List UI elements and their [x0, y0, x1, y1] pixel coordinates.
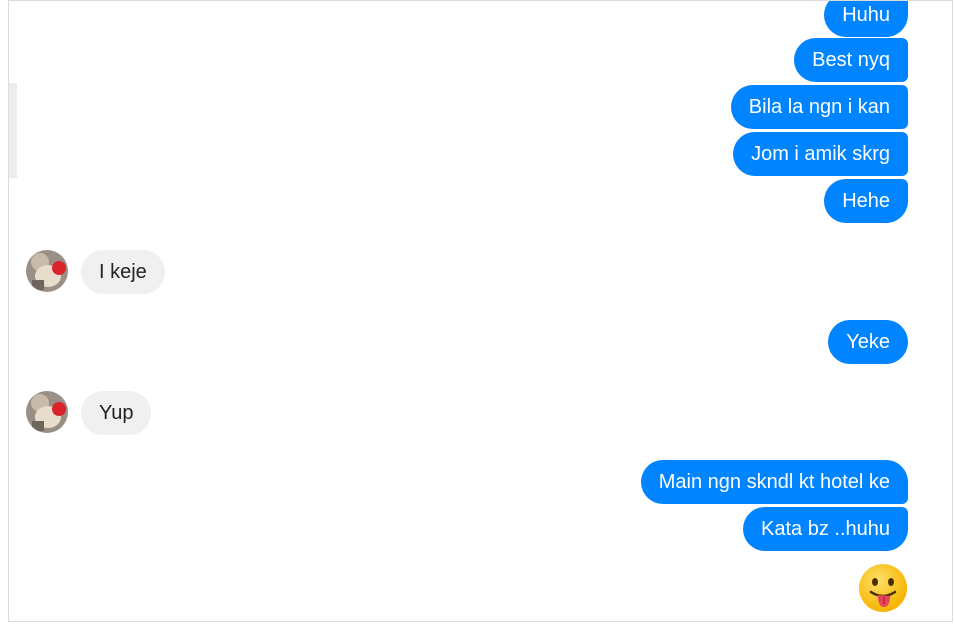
- chat-thread-panel: Huhu Best nyq Bila la ngn i kan Jom i am…: [8, 0, 953, 622]
- incoming-message[interactable]: Yup: [81, 391, 152, 435]
- outgoing-message[interactable]: Kata bz ..huhu: [743, 507, 908, 551]
- outgoing-message[interactable]: Best nyq: [794, 38, 908, 82]
- contact-avatar[interactable]: [26, 250, 68, 292]
- incoming-message[interactable]: I keje: [81, 250, 165, 294]
- contact-avatar[interactable]: [26, 391, 68, 433]
- outgoing-message[interactable]: Yeke: [828, 320, 908, 364]
- outgoing-message[interactable]: Main ngn skndl kt hotel ke: [640, 460, 908, 504]
- outgoing-message[interactable]: Huhu: [824, 1, 908, 37]
- avatar-photo-icon: [26, 391, 68, 433]
- avatar-photo-icon: [26, 250, 68, 292]
- tongue-out-emoji-icon[interactable]: [858, 563, 908, 613]
- outgoing-message[interactable]: Hehe: [824, 179, 908, 223]
- outgoing-message[interactable]: Bila la ngn i kan: [730, 85, 908, 129]
- outgoing-message[interactable]: Jom i amik skrg: [733, 132, 908, 176]
- message-list[interactable]: Huhu Best nyq Bila la ngn i kan Jom i am…: [9, 1, 952, 621]
